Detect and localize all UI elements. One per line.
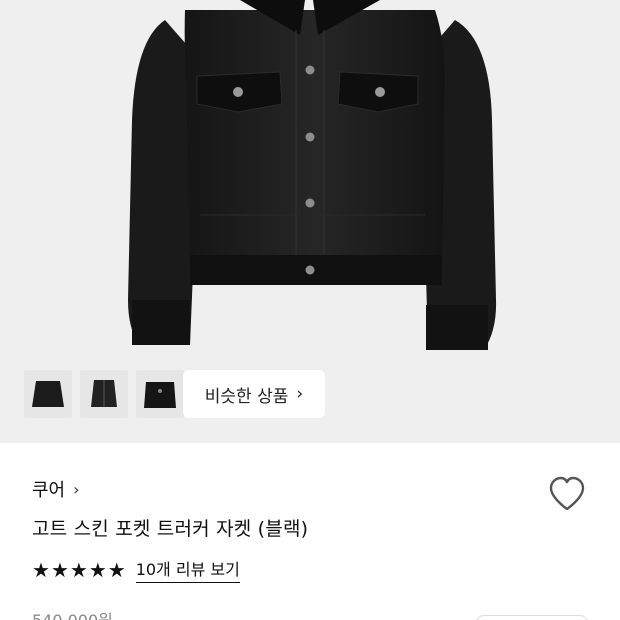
original-price: 540,000원 (32, 607, 113, 620)
star-filled-icon: ★ (107, 557, 126, 582)
star-filled-icon: ★ (32, 557, 50, 582)
heart-outline-icon[interactable] (548, 476, 586, 512)
brand-name: 쿠어 (32, 480, 66, 501)
product-info: 쿠어 › 고트 스킨 포켓 트러커 자켓 (블랙) ★ ★ ★ ★ ★ 10개 … (0, 443, 620, 620)
similar-products-label: 비슷한 상품 (204, 386, 289, 407)
product-title: 고트 스킨 포켓 트러커 자켓 (블랙) (32, 518, 309, 540)
thumbnail-2[interactable] (80, 370, 128, 418)
review-link[interactable]: 10개 리뷰 보기 (135, 556, 240, 583)
brand-link[interactable]: 쿠어 › (32, 476, 80, 502)
thumbnail-strip (24, 370, 184, 418)
chevron-right-icon: › (296, 384, 304, 404)
rating-row: ★ ★ ★ ★ ★ 10개 리뷰 보기 (32, 556, 240, 583)
similar-products-button[interactable]: 비슷한 상품 › (183, 370, 325, 418)
thumbnail-1[interactable] (24, 370, 72, 418)
thumbnail-3[interactable] (136, 370, 184, 418)
star-filled-icon: ★ (50, 557, 69, 582)
star-rating: ★ ★ ★ ★ ★ (32, 560, 126, 580)
star-filled-icon: ★ (88, 557, 107, 582)
chevron-right-icon: › (73, 479, 80, 499)
star-filled-icon: ★ (69, 557, 88, 582)
price-badge (476, 615, 588, 620)
